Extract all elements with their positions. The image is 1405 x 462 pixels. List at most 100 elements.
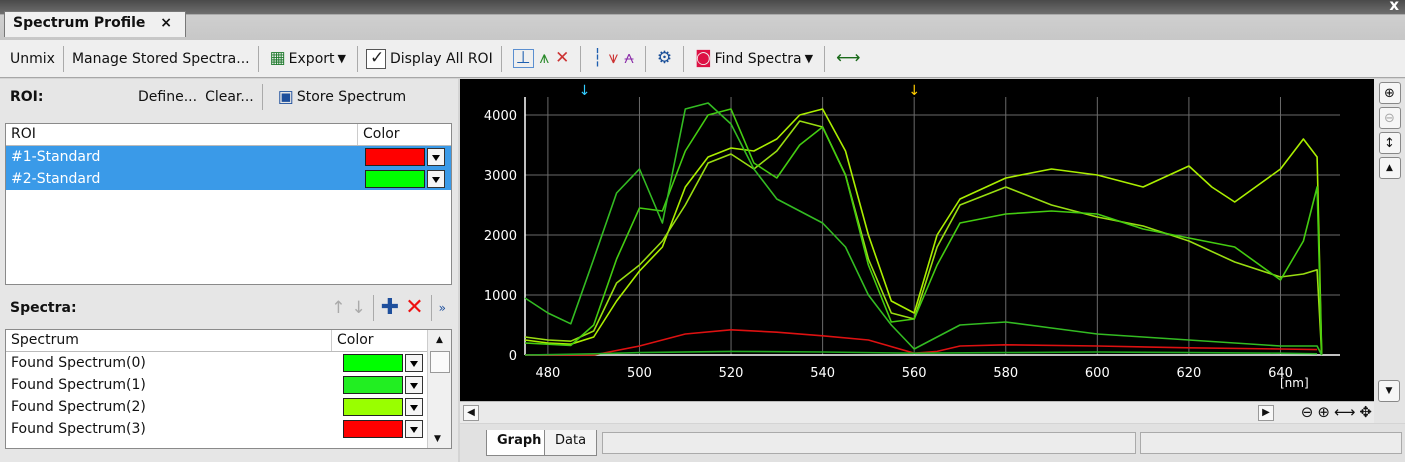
scroll-right-icon[interactable]: ▶ (1258, 405, 1274, 421)
fit-all-icon[interactable]: ✥ (1359, 403, 1372, 421)
add-spectrum-icon[interactable]: ✚ (381, 297, 399, 319)
status-field (1140, 432, 1402, 454)
scroll-up-icon[interactable]: ▲ (428, 335, 451, 345)
color-column-header[interactable]: Color (332, 330, 427, 351)
x-tick-label: 520 (719, 366, 744, 381)
spectra-table-header: Spectrum Color (6, 330, 427, 352)
y-tick-label: 0 (509, 349, 517, 364)
spectrum-chart[interactable]: 480 500 520 540 560 580 600 620 6400100020003000… (460, 79, 1374, 401)
x-unit-label: [nm] (1280, 376, 1309, 390)
color-swatch (343, 376, 403, 394)
store-spectrum-button[interactable]: ▣ Store Spectrum (275, 86, 407, 107)
toolbar-separator (824, 45, 826, 72)
color-swatch (343, 420, 403, 438)
split-peak-icon[interactable]: ⩛ (609, 50, 619, 67)
expand-icon[interactable]: » (439, 302, 446, 314)
window-close-icon[interactable]: x (1389, 0, 1399, 14)
table-row[interactable]: #1-Standard (6, 146, 451, 168)
color-dropdown[interactable] (405, 398, 423, 416)
scroll-down-icon[interactable]: ▼ (434, 434, 441, 444)
left-panel: ROI: Define... Clear... ▣ Store Spectrum… (0, 79, 458, 462)
cross-peak-icon[interactable]: ✕ (555, 50, 569, 67)
bottom-tab-bar: Graph Data (460, 424, 1405, 462)
spectrum-column-header[interactable]: Spectrum (6, 330, 332, 351)
table-row[interactable]: Found Spectrum(0) (6, 352, 427, 374)
marker-tools-group: ┆ ⩛ ⩜ (585, 44, 640, 74)
zoom-in-icon[interactable]: ⊕ (1317, 403, 1330, 421)
spectrum-series-line (524, 108, 1323, 356)
color-dropdown[interactable] (405, 376, 423, 394)
define-button[interactable]: Define... (138, 89, 197, 105)
fit-height-icon[interactable]: ↕ (1378, 132, 1401, 154)
spectrum-name: Found Spectrum(1) (11, 377, 146, 393)
dual-peak-icon[interactable]: ⩜ (624, 50, 634, 67)
store-spectrum-label: Store Spectrum (296, 89, 407, 105)
table-row[interactable]: #2-Standard (6, 168, 451, 190)
find-spectra-button[interactable]: ◙ Find Spectra ▼ (688, 44, 820, 74)
spectrum-name: Found Spectrum(2) (11, 399, 146, 415)
zoom-in-icon[interactable]: ⊕ (1378, 82, 1401, 104)
display-all-roi-checkbox[interactable]: Display All ROI (362, 44, 497, 74)
status-field (602, 432, 1136, 454)
manage-stored-spectra-button[interactable]: Manage Stored Spectra... (68, 44, 254, 74)
y-tick-label: 2000 (484, 229, 517, 244)
spectra-label: Spectra: (10, 300, 77, 316)
chevron-down-icon: ▼ (804, 52, 814, 65)
color-dropdown[interactable] (427, 148, 445, 166)
excel-export-icon: ▦ (269, 48, 286, 68)
toolbar-separator (500, 45, 502, 72)
x-tick-label: 600 (1085, 366, 1110, 381)
plot-zoom-tools: ⊖ ⊕ ⟷ ✥ (1301, 403, 1372, 421)
scroll-up-icon[interactable]: ▲ (1378, 157, 1401, 179)
scroll-down-icon[interactable]: ▼ (1378, 380, 1400, 402)
spectrum-plot[interactable]: 480 500 520 540 560 580 600 620 640 0 1000 2000 3000… (460, 79, 1374, 401)
export-button[interactable]: ▦ Export ▼ (263, 44, 353, 74)
move-down-icon[interactable]: ↓ (352, 299, 366, 317)
export-label: Export (288, 50, 335, 67)
fit-width-icon: ⟷ (836, 48, 861, 68)
save-disk-icon: ▣ (277, 86, 294, 107)
spectrum-series-line (524, 102, 1323, 356)
toolbar-separator (580, 45, 582, 72)
toolbar-separator (257, 45, 259, 72)
tab-graph[interactable]: Graph (486, 430, 553, 456)
toolbar-separator (430, 295, 432, 321)
vertical-range-icon[interactable]: ⊥ (512, 49, 534, 68)
color-column-header[interactable]: Color (358, 124, 451, 145)
roi-column-header[interactable]: ROI (6, 124, 358, 145)
horizontal-scrollbar[interactable]: ◀ ▶ ⊖ ⊕ ⟷ ✥ (460, 401, 1374, 423)
color-dropdown[interactable] (405, 420, 423, 438)
spectrum-name: Found Spectrum(0) (11, 355, 146, 371)
toolbar-separator (372, 295, 374, 321)
table-row[interactable]: Found Spectrum(1) (6, 374, 427, 396)
tab-spectrum-profile[interactable]: Spectrum Profile × (4, 11, 186, 37)
roi-toolbar: ROI: Define... Clear... ▣ Store Spectrum (0, 79, 458, 115)
fit-width-icon[interactable]: ⟷ (1334, 403, 1356, 421)
move-up-icon[interactable]: ↑ (331, 299, 345, 317)
delete-icon[interactable]: ✕ (405, 297, 423, 319)
scroll-left-icon[interactable]: ◀ (463, 405, 479, 421)
toolbar-separator (356, 45, 358, 72)
y-tick-label: 1000 (484, 289, 517, 304)
settings-button[interactable]: ⚙ (650, 44, 679, 74)
spectrum-series-line (524, 108, 1323, 356)
scroll-thumb[interactable] (429, 351, 450, 373)
clear-button[interactable]: Clear... (205, 89, 254, 105)
x-tick-label: 580 (993, 366, 1018, 381)
color-dropdown[interactable] (405, 354, 423, 372)
tab-close-icon[interactable]: × (160, 15, 172, 31)
dashed-line-icon[interactable]: ┆ (592, 50, 602, 67)
zoom-out-icon[interactable]: ⊖ (1378, 107, 1401, 129)
color-dropdown[interactable] (427, 170, 445, 188)
unmix-button[interactable]: Unmix (6, 44, 59, 74)
peak-icon[interactable]: ⩚ (540, 50, 550, 67)
find-spectra-label: Find Spectra (714, 50, 802, 67)
zoom-out-icon[interactable]: ⊖ (1301, 403, 1314, 421)
fit-width-button[interactable]: ⟷ (829, 44, 867, 74)
table-row[interactable]: Found Spectrum(2) (6, 396, 427, 418)
vertical-scrollbar[interactable]: ▲ ▼ (427, 330, 451, 448)
table-row[interactable]: Found Spectrum(3) (6, 418, 427, 440)
view-tools-group: ⊥ ⩚ ✕ (506, 44, 577, 74)
plot-side-toolbar: ⊕ ⊖ ↕ ▲ ▼ (1374, 79, 1405, 423)
tab-data[interactable]: Data (544, 430, 598, 456)
